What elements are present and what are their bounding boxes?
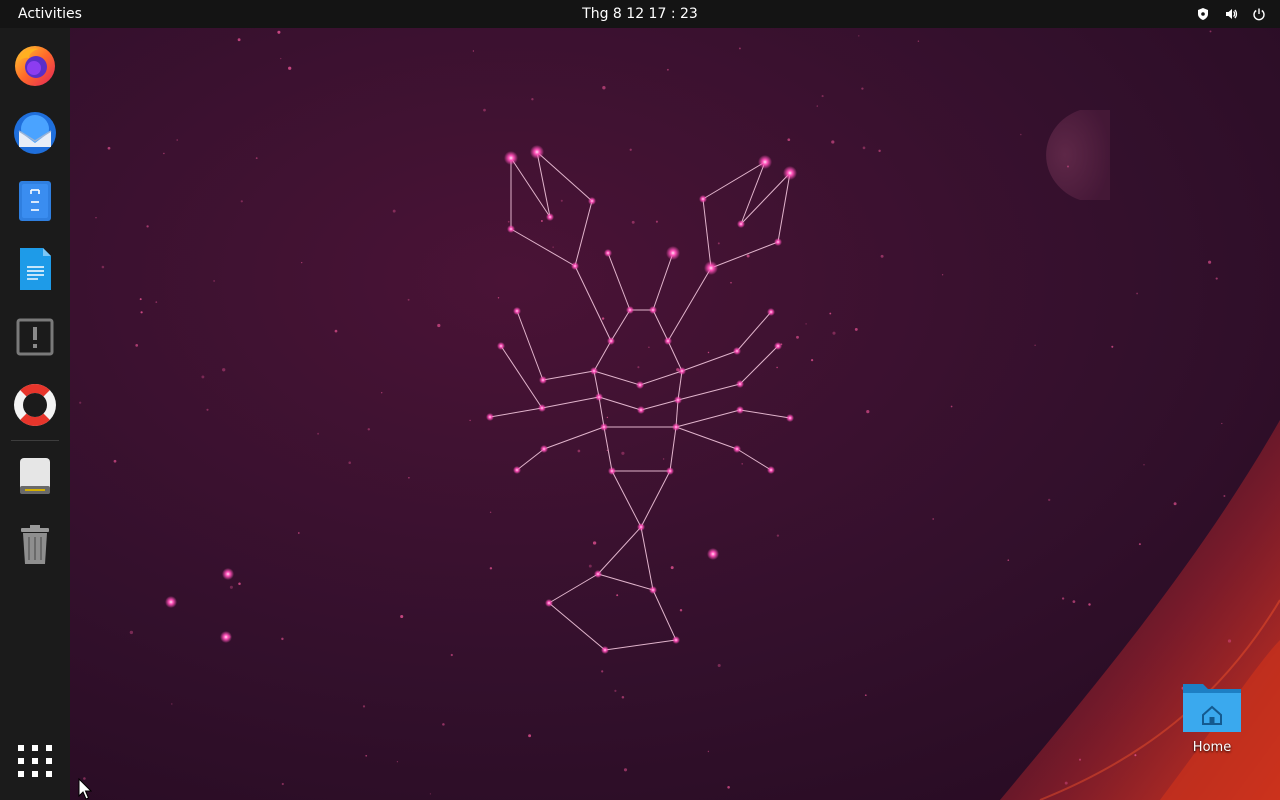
rhythmbox-icon [19, 181, 51, 221]
power-icon[interactable] [1246, 0, 1272, 28]
dock-item-writer[interactable] [8, 242, 62, 296]
writer-icon [20, 248, 51, 290]
clock-text[interactable]: Thg 8 12 17 : 23 [576, 6, 704, 22]
volume-icon[interactable] [1218, 0, 1244, 28]
dock [0, 28, 70, 800]
system-menu[interactable] [1190, 0, 1272, 28]
dock-item-help[interactable] [8, 378, 62, 432]
dock-item-trash[interactable] [8, 517, 62, 571]
dock-item-rhythmbox[interactable] [8, 174, 62, 228]
software-icon [16, 318, 54, 356]
show-apps-button[interactable] [8, 734, 62, 788]
dock-item-software[interactable] [8, 310, 62, 364]
top-bar: Activities Thg 8 12 17 : 23 [0, 0, 1280, 28]
home-label: Home [1192, 740, 1232, 755]
grid-icon [18, 745, 52, 777]
home-folder-icon [1183, 684, 1241, 732]
clock: Thg 8 12 17 : 23 [0, 0, 1280, 28]
mouse-cursor [78, 778, 92, 800]
activities-button[interactable]: Activities [8, 0, 92, 28]
trash-icon [21, 525, 49, 564]
desktop-home-folder[interactable]: Home [1172, 678, 1252, 768]
desktop-wallpaper [0, 0, 1280, 800]
firefox-icon [15, 46, 55, 86]
disk-icon [20, 458, 50, 494]
vpn-shield-icon[interactable] [1190, 0, 1216, 28]
thunderbird-icon [14, 112, 56, 154]
dock-item-disk[interactable] [8, 449, 62, 503]
dock-item-thunderbird[interactable] [8, 106, 62, 160]
help-lifebuoy-icon [14, 384, 56, 426]
dock-item-firefox[interactable] [8, 38, 62, 92]
